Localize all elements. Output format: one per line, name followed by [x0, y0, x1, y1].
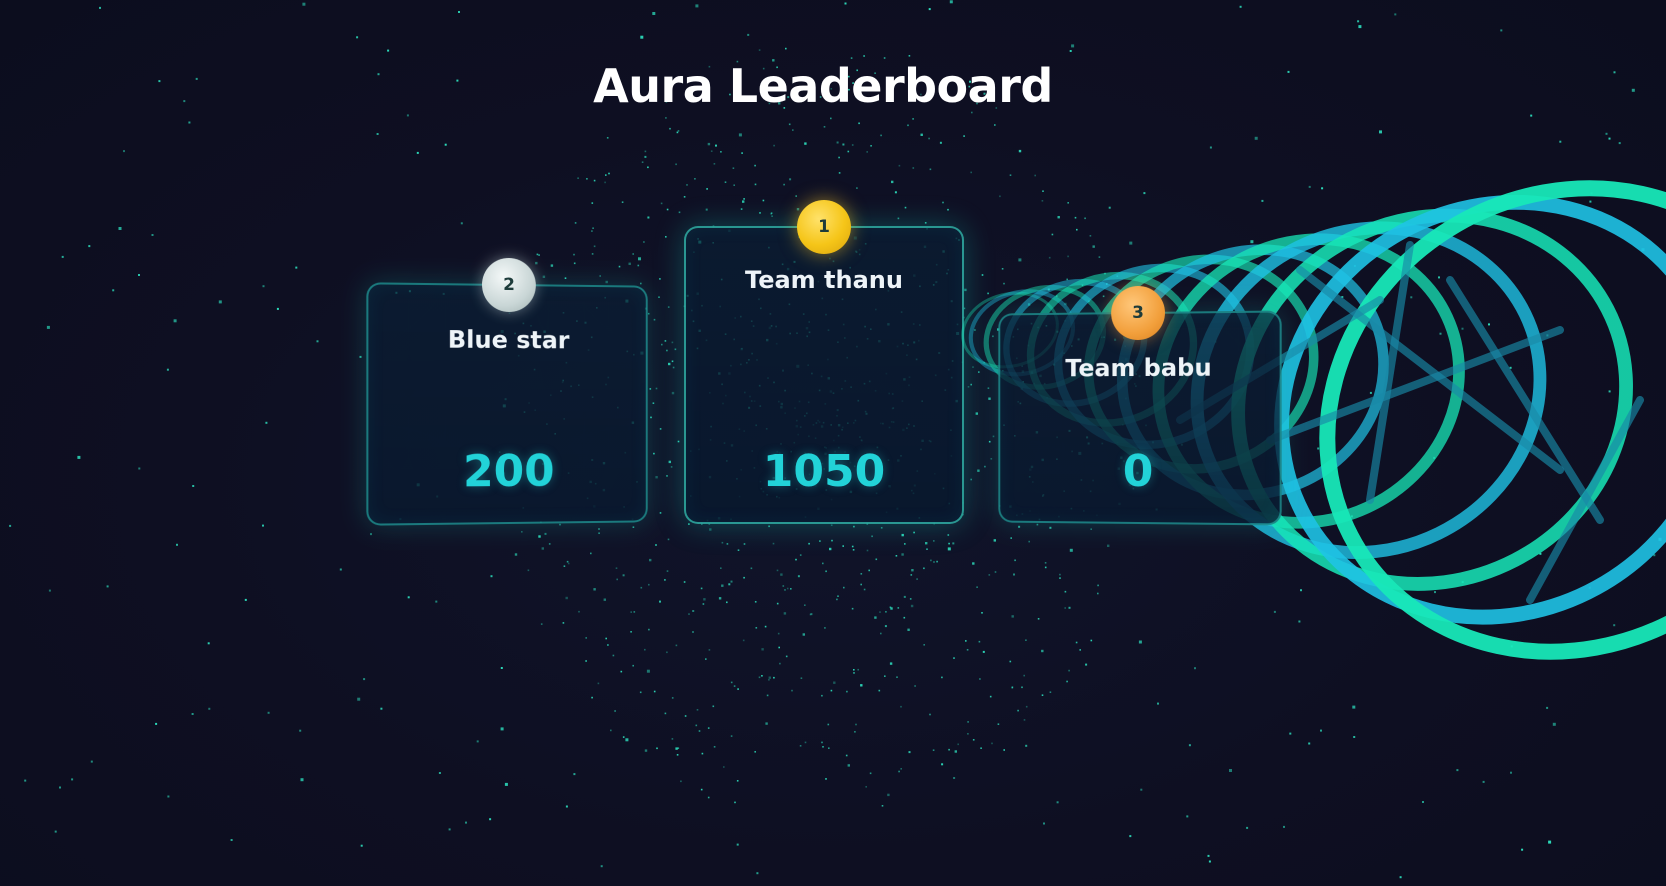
rank-3-medal-icon: 3 — [1111, 285, 1166, 341]
team-name: Team thanu — [745, 266, 903, 294]
leaderboard-card-rank-2[interactable]: 2 Blue star 200 — [366, 257, 648, 526]
rank-1-medal-icon: 1 — [797, 200, 851, 254]
rank-2-medal-icon: 2 — [481, 257, 536, 313]
page-title: Aura Leaderboard — [593, 58, 1053, 113]
leaderboard-card-rank-1[interactable]: 1 Team thanu 1050 — [684, 200, 964, 524]
leaderboard-scene: Aura Leaderboard 2 Blue star 200 1 Team … — [0, 0, 1666, 886]
team-name: Team babu — [1065, 353, 1212, 383]
team-score: 1050 — [762, 446, 886, 497]
leaderboard-card-rank-3[interactable]: 3 Team babu 0 — [998, 285, 1282, 526]
team-score: 0 — [1122, 445, 1154, 498]
team-name: Blue star — [447, 325, 570, 355]
team-score: 200 — [462, 445, 555, 498]
